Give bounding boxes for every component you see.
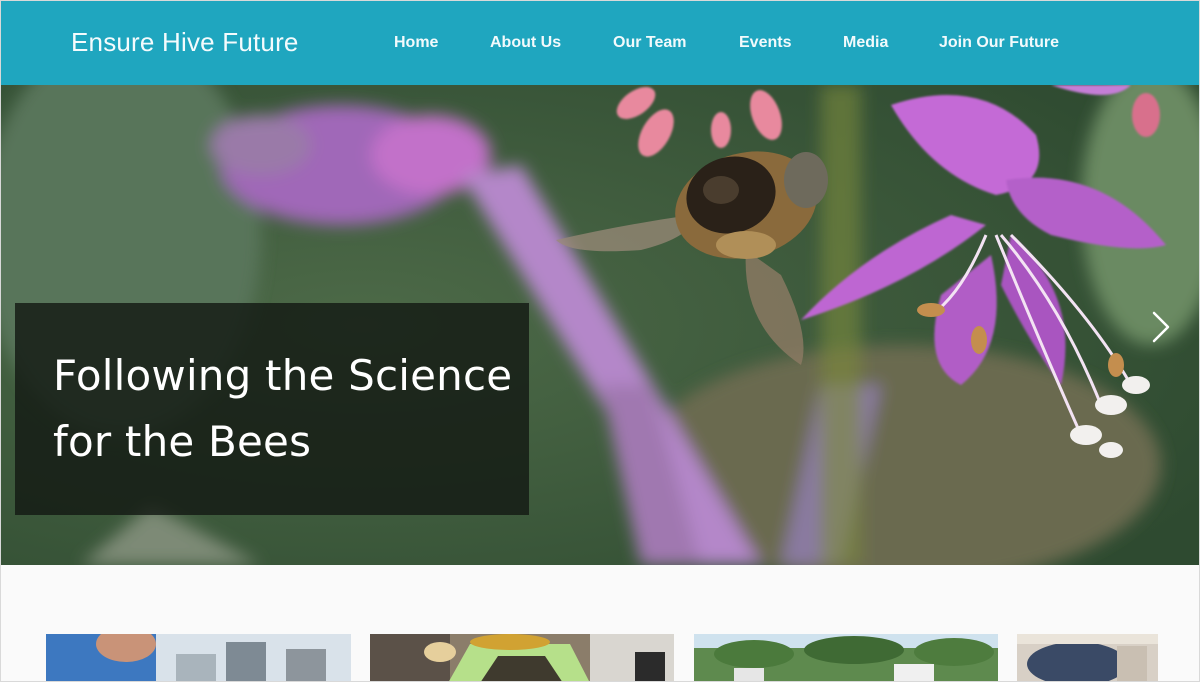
hero-caption-box: Following the Science for the Bees [15,303,529,515]
thumbnail-4[interactable] [1017,634,1158,681]
main-nav: Home About Us Our Team Events Media Join… [1,34,1199,54]
hero-caption: Following the Science for the Bees [53,343,513,475]
chevron-right-icon[interactable] [1146,307,1176,347]
nav-media[interactable]: Media [843,34,888,52]
hero-caption-line-2: for the Bees [53,417,312,466]
thumbnail-strip [1,565,1199,681]
nav-home[interactable]: Home [394,34,438,52]
site-header: Ensure Hive Future Home About Us Our Tea… [1,1,1199,85]
hero-carousel: Following the Science for the Bees [1,85,1199,565]
nav-about-us[interactable]: About Us [490,34,561,52]
nav-events[interactable]: Events [739,34,791,52]
thumbnail-1[interactable] [46,634,351,681]
thumbnail-2[interactable] [370,634,674,681]
page: Ensure Hive Future Home About Us Our Tea… [0,0,1200,682]
hero-caption-line-1: Following the Science [53,351,513,400]
nav-our-team[interactable]: Our Team [613,34,687,52]
nav-join-our-future[interactable]: Join Our Future [939,34,1059,52]
thumbnail-3[interactable] [694,634,998,681]
